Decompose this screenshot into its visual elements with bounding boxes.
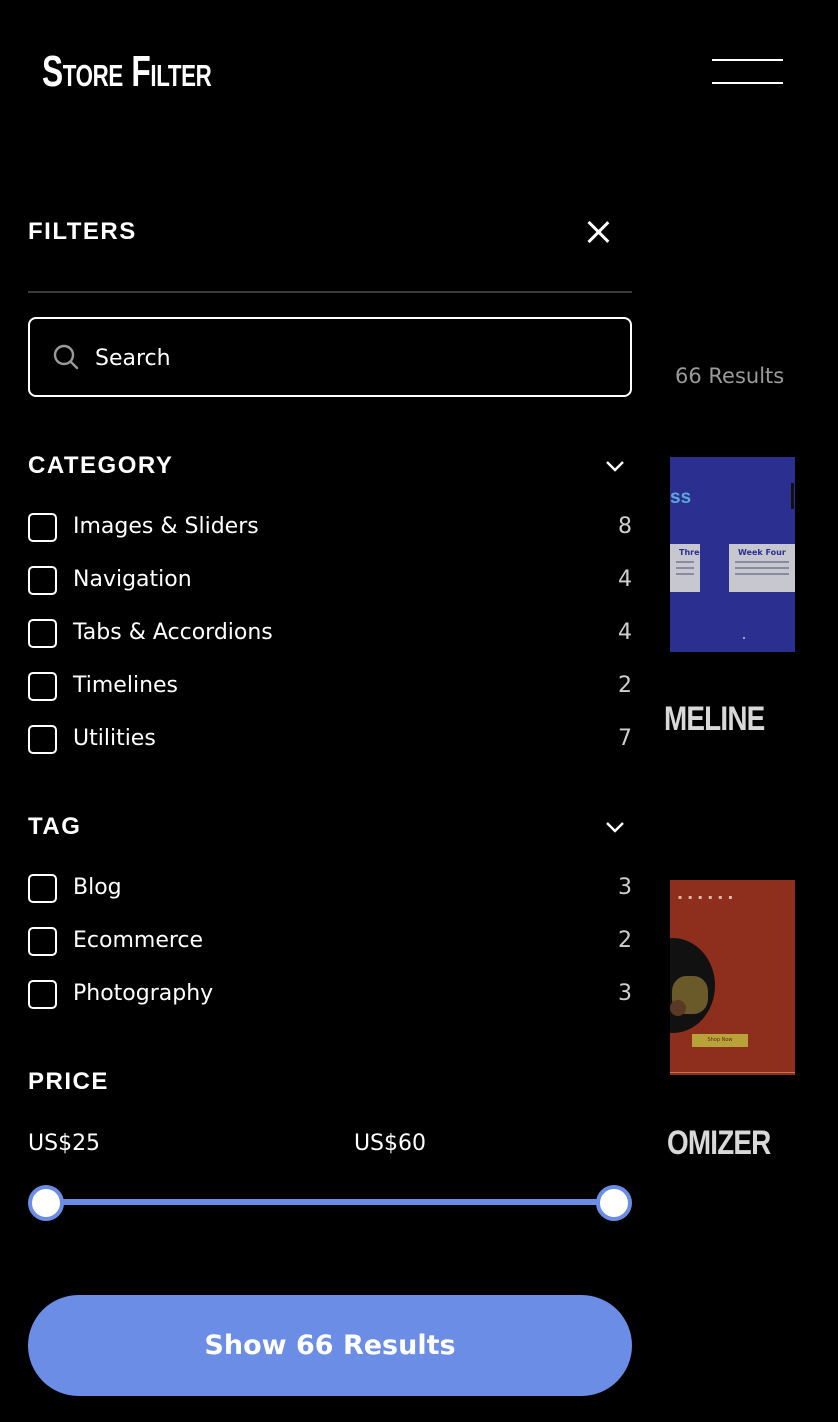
product-card-title[interactable]: OMIZER [667,1124,771,1163]
search-box[interactable] [28,317,632,397]
checkbox[interactable] [28,619,57,648]
price-max-label: US$60 [353,1131,426,1156]
option-count: 4 [618,567,632,592]
card-preview-nav: ▪▪▪▪▪▪ [678,894,739,901]
tag-title: TAG [28,813,82,840]
option-label: Navigation [73,567,192,592]
product-card-image[interactable]: ▪▪▪▪▪▪ Shop Now [670,880,795,1075]
category-section-toggle[interactable]: CATEGORY [28,449,632,483]
category-option[interactable]: Timelines 2 [28,666,632,719]
product-card-image[interactable]: ss Three Week Four [670,457,795,652]
option-label: Utilities [73,726,156,751]
option-label: Timelines [73,673,179,698]
card-preview-bar [791,483,794,509]
checkbox[interactable] [28,874,57,903]
tag-option[interactable]: Photography 3 [28,974,632,1027]
close-icon[interactable] [582,216,614,248]
price-slider-track[interactable] [46,1199,614,1205]
checkbox[interactable] [28,980,57,1009]
category-options: Images & Sliders 8 Navigation 4 Tabs & A… [28,507,632,772]
option-count: 7 [618,726,632,751]
filter-drawer: FILTERS CATEGORY Images & Sliders 8 Navi… [0,0,632,1422]
tag-options: Blog 3 Ecommerce 2 Photography 3 [28,868,632,1027]
card-preview-heading: ss [670,487,692,508]
price-slider-max-handle[interactable] [596,1185,632,1221]
chevron-down-icon [606,461,624,472]
category-option[interactable]: Tabs & Accordions 4 [28,613,632,666]
tag-section-toggle[interactable]: TAG [28,810,632,844]
option-label: Images & Sliders [73,514,259,539]
results-count: 66 Results [675,364,785,388]
checkbox[interactable] [28,725,57,754]
category-option[interactable]: Utilities 7 [28,719,632,772]
price-min-label: US$25 [28,1131,101,1156]
category-option[interactable]: Images & Sliders 8 [28,507,632,560]
option-label: Photography [73,981,214,1006]
card-preview-box: Week Four [729,544,795,592]
show-results-button[interactable]: Show 66 Results [28,1295,632,1396]
option-label: Blog [73,875,122,900]
option-count: 3 [618,875,632,900]
price-title: PRICE [28,1068,109,1095]
search-input[interactable] [95,337,595,379]
tag-option[interactable]: Ecommerce 2 [28,921,632,974]
category-option[interactable]: Navigation 4 [28,560,632,613]
card-preview-box: Three [670,544,705,592]
option-count: 3 [618,981,632,1006]
card-preview-button: Shop Now [692,1034,748,1047]
price-slider-min-handle[interactable] [28,1185,64,1221]
option-label: Ecommerce [73,928,204,953]
hamburger-icon[interactable] [712,56,784,86]
checkbox[interactable] [28,513,57,542]
checkbox[interactable] [28,927,57,956]
divider [28,291,632,293]
option-count: 2 [618,673,632,698]
category-title: CATEGORY [28,452,174,479]
tag-option[interactable]: Blog 3 [28,868,632,921]
chevron-down-icon [606,822,624,833]
checkbox[interactable] [28,672,57,701]
option-label: Tabs & Accordions [73,620,273,645]
checkbox[interactable] [28,566,57,595]
option-count: 8 [618,514,632,539]
filters-title: FILTERS [28,218,137,245]
search-icon [53,344,79,370]
option-count: 4 [618,620,632,645]
product-card-title[interactable]: MELINE [664,700,765,739]
option-count: 2 [618,928,632,953]
